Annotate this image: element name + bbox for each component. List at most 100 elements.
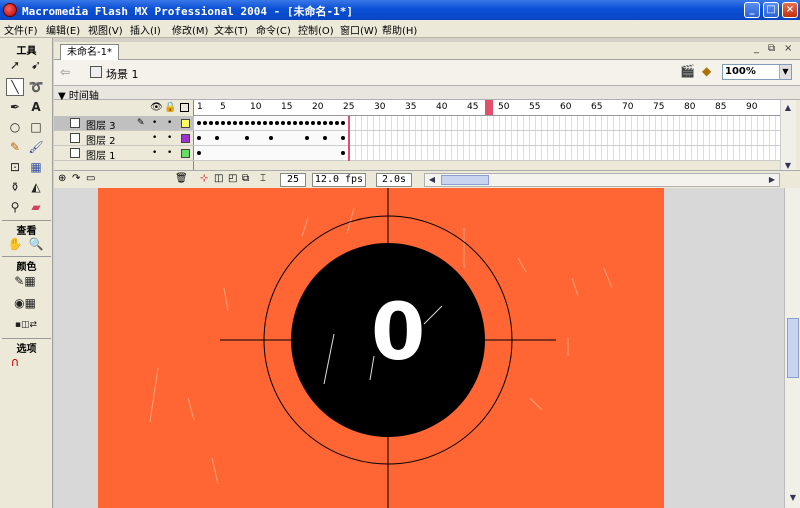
keyframe[interactable] — [323, 136, 327, 140]
modify-onion-markers-icon[interactable]: ⌶ — [260, 173, 266, 184]
add-guide-layer-icon[interactable]: ↷ — [72, 173, 80, 184]
close-button[interactable]: × — [782, 2, 798, 18]
fill-transform-tool-icon[interactable]: ▦ — [27, 158, 45, 176]
keyframe[interactable] — [341, 151, 345, 155]
menu-window[interactable]: 窗口(W) — [340, 22, 378, 37]
keyframe[interactable] — [239, 121, 243, 125]
layer-color-swatch[interactable] — [181, 119, 190, 128]
lock-dot[interactable]: • — [167, 133, 172, 143]
keyframe[interactable] — [287, 121, 291, 125]
menu-file[interactable]: 文件(F) — [4, 22, 38, 37]
layer-row[interactable]: 图层 3 ✎ • • — [54, 116, 194, 132]
pen-tool-icon[interactable]: ✒ — [6, 98, 24, 116]
playhead[interactable] — [485, 100, 493, 115]
pencil-tool-icon[interactable]: ✎ — [6, 138, 24, 156]
onion-skin-icon[interactable]: ◫ — [214, 173, 223, 184]
insert-layer-icon[interactable]: ⊕ — [58, 173, 66, 184]
frame-ruler[interactable]: 1 5 10 15 20 25 30 35 40 45 50 55 60 65 … — [194, 100, 780, 116]
scroll-left-icon[interactable]: ◀ — [426, 174, 438, 186]
timeline-horizontal-scrollbar[interactable]: ◀ ▶ — [424, 173, 780, 187]
visibility-dot[interactable]: • — [152, 148, 157, 158]
keyframe[interactable] — [197, 151, 201, 155]
keyframe[interactable] — [323, 121, 327, 125]
brush-tool-icon[interactable]: 🖌 — [27, 138, 45, 156]
menu-commands[interactable]: 命令(C) — [256, 22, 291, 37]
keyframe[interactable] — [215, 121, 219, 125]
keyframe[interactable] — [299, 121, 303, 125]
layer-color-swatch[interactable] — [181, 134, 190, 143]
keyframe[interactable] — [281, 121, 285, 125]
keyframe[interactable] — [269, 121, 273, 125]
delete-layer-icon[interactable]: 🗑 — [175, 173, 188, 184]
lock-dot[interactable]: • — [167, 118, 172, 128]
keyframe[interactable] — [335, 121, 339, 125]
layer-row[interactable]: 图层 1 • • — [54, 146, 194, 162]
doc-close-button[interactable]: × — [784, 43, 792, 54]
rectangle-tool-icon[interactable]: □ — [27, 118, 45, 136]
fill-color-swatch[interactable]: ◉▦ — [6, 294, 44, 312]
visibility-dot[interactable]: • — [152, 118, 157, 128]
lock-dot[interactable]: • — [167, 148, 172, 158]
chevron-down-icon[interactable]: ▼ — [779, 65, 791, 79]
keyframe[interactable] — [305, 121, 309, 125]
zoom-tool-icon[interactable]: 🔍 — [27, 235, 45, 253]
doc-minimize-button[interactable]: _ — [754, 43, 759, 54]
edit-multiple-frames-icon[interactable]: ⧉ — [242, 173, 249, 184]
scene-label[interactable]: 场景 1 — [106, 66, 139, 82]
line-tool-icon[interactable]: ╲ — [6, 78, 24, 96]
keyframe[interactable] — [275, 121, 279, 125]
doc-restore-button[interactable]: ⧉ — [768, 43, 775, 54]
keyframe[interactable] — [203, 121, 207, 125]
menu-help[interactable]: 帮助(H) — [382, 22, 417, 37]
lasso-tool-icon[interactable]: ➰ — [27, 78, 45, 96]
paint-bucket-tool-icon[interactable]: ◭ — [27, 178, 45, 196]
minimize-button[interactable]: _ — [744, 2, 760, 18]
stage-vertical-scrollbar[interactable]: ▼ — [784, 188, 800, 508]
zoom-select[interactable]: 100% ▼ — [722, 64, 792, 80]
keyframe[interactable] — [245, 121, 249, 125]
insert-folder-icon[interactable]: ▭ — [86, 173, 95, 184]
ink-bottle-tool-icon[interactable]: ⚱ — [6, 178, 24, 196]
snap-magnet-icon[interactable]: ∩ — [6, 353, 24, 371]
visibility-dot[interactable]: • — [152, 133, 157, 143]
center-frame-icon[interactable]: ⊹ — [200, 173, 208, 184]
hand-tool-icon[interactable]: ✋ — [6, 235, 24, 253]
onion-outlines-icon[interactable]: ◰ — [228, 173, 237, 184]
timeline-header[interactable]: ▼ 时间轴 — [54, 86, 800, 102]
layer-1-frames[interactable] — [194, 146, 780, 161]
keyframe[interactable] — [221, 121, 225, 125]
layer-2-frames[interactable] — [194, 131, 780, 146]
scroll-thumb[interactable] — [787, 318, 799, 378]
keyframe[interactable] — [329, 121, 333, 125]
keyframe[interactable] — [227, 121, 231, 125]
maximize-button[interactable]: □ — [763, 2, 779, 18]
document-tab[interactable]: 未命名-1* — [60, 44, 119, 60]
keyframe[interactable] — [341, 136, 345, 140]
scroll-up-icon[interactable]: ▲ — [782, 102, 794, 114]
color-swap-icons[interactable]: ▪◫⇄ — [4, 316, 48, 334]
menu-edit[interactable]: 编辑(E) — [46, 22, 80, 37]
keyframe[interactable] — [197, 136, 201, 140]
lock-icon[interactable]: 🔒 — [164, 102, 176, 113]
layer-3-frames[interactable] — [194, 116, 780, 131]
text-tool-icon[interactable]: A — [27, 98, 45, 116]
keyframe[interactable] — [257, 121, 261, 125]
menu-text[interactable]: 文本(T) — [214, 22, 248, 37]
free-transform-tool-icon[interactable]: ⊡ — [6, 158, 24, 176]
layer-row[interactable]: 图层 2 • • — [54, 131, 194, 147]
timeline-vertical-scrollbar[interactable]: ▲ ▼ — [780, 100, 796, 176]
outline-icon[interactable] — [180, 103, 189, 112]
menu-insert[interactable]: 插入(I) — [130, 22, 161, 37]
keyframe[interactable] — [341, 121, 345, 125]
oval-tool-icon[interactable]: ○ — [6, 118, 24, 136]
edit-scene-icon[interactable]: 🎬 — [680, 64, 696, 80]
subselection-tool-icon[interactable]: ➹ — [27, 56, 45, 74]
keyframe[interactable] — [197, 121, 201, 125]
keyframe[interactable] — [311, 121, 315, 125]
layer-color-swatch[interactable] — [181, 149, 190, 158]
keyframe[interactable] — [263, 121, 267, 125]
scroll-thumb[interactable] — [441, 175, 489, 185]
keyframe[interactable] — [209, 121, 213, 125]
keyframe[interactable] — [251, 121, 255, 125]
keyframe[interactable] — [317, 121, 321, 125]
